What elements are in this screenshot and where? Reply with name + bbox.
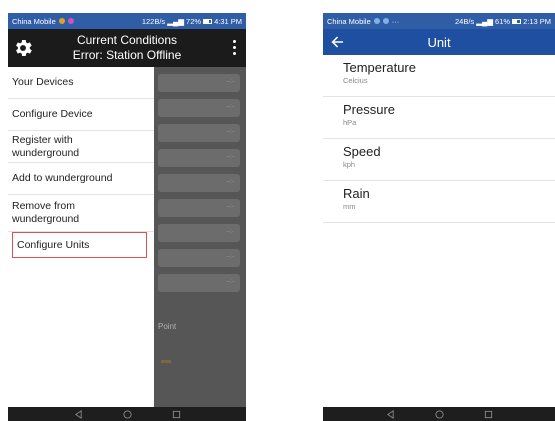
unit-value: hPa [343,118,357,127]
data-row: --:- [158,99,240,117]
battery-icon [203,18,213,24]
overflow-menu-icon[interactable] [233,40,237,58]
unit-value: kph [343,160,356,169]
unit-label: Rain [343,186,370,201]
unit-item-temperature[interactable]: Temperature Celcius [323,55,555,97]
drawer-item-add-wunderground[interactable]: Add to wunderground [8,163,154,195]
data-row: --:- [158,249,240,267]
battery-percent: 61% [495,16,511,26]
system-nav-bar [8,407,246,421]
page-title: Current Conditions [76,33,178,47]
unit-label: Temperature [343,60,416,75]
drawer-item-configure-device[interactable]: Configure Device [8,99,154,131]
carrier-label: China Mobile [327,16,371,26]
status-time: 4:31 PM [214,16,242,26]
drawer-item-configure-units[interactable]: Configure Units [12,232,147,258]
navigation-drawer: Your Devices Configure Device Register w… [8,67,154,407]
notification-icon [58,18,65,24]
status-bar: China Mobile ··· 24B/s ▂▄▆ 61% 2:13 PM [323,13,555,29]
notification-icon [373,18,380,24]
more-notifications-icon: ··· [391,16,400,26]
battery-icon [512,18,522,24]
app-notification-icon [382,18,389,24]
system-nav-bar [323,407,555,421]
network-speed: 122B/s [141,16,166,26]
left-phone-screen: China Mobile 122B/s ▂▄▆ 72% 4:31 PM Curr… [8,13,246,421]
partial-label: Point [158,322,177,331]
signal-icon: ▂▄▆ [167,16,185,26]
data-row: --:- [158,174,240,192]
home-nav-icon[interactable] [122,409,132,419]
unit-value: Celcius [343,76,368,85]
data-row: --:- [158,224,240,242]
unit-item-pressure[interactable]: Pressure hPa [323,97,555,139]
app-bar: Current Conditions Error: Station Offlin… [8,29,246,67]
page-title: Unit [427,35,451,50]
carrier-label: China Mobile [12,16,56,26]
unit-value: mm [343,202,356,211]
right-phone-screen: China Mobile ··· 24B/s ▂▄▆ 61% 2:13 PM U… [323,13,555,421]
data-row: --:- [158,274,240,292]
battery-percent: 72% [186,16,202,26]
home-nav-icon[interactable] [434,409,444,419]
unit-label: Pressure [343,102,396,117]
recents-nav-icon[interactable] [172,410,181,419]
app-notification-icon [67,18,74,24]
back-nav-icon[interactable] [386,409,395,419]
data-row: --:- [158,74,240,92]
unit-item-rain[interactable]: Rain mm [323,181,555,223]
app-bar: Unit [323,29,555,55]
data-row: --:- [158,124,240,142]
network-speed: 24B/s [455,16,475,26]
page-subtitle: Error: Station Offline [72,48,182,62]
back-nav-icon[interactable] [74,409,83,419]
status-time: 2:13 PM [523,16,551,26]
data-row: --:- [158,149,240,167]
unit-label: Speed [343,144,381,159]
unit-item-speed[interactable]: Speed kph [323,139,555,181]
drawer-item-register-wunderground[interactable]: Register with wunderground [8,131,154,163]
drawer-item-remove-wunderground[interactable]: Remove from wunderground [8,195,154,232]
signal-icon: ▂▄▆ [476,16,494,26]
drawer-item-your-devices[interactable]: Your Devices [8,67,154,99]
data-row: --:- [158,199,240,217]
status-bar: China Mobile 122B/s ▂▄▆ 72% 4:31 PM [8,13,246,29]
recents-nav-icon[interactable] [484,410,493,419]
dimmed-marker [161,360,171,363]
